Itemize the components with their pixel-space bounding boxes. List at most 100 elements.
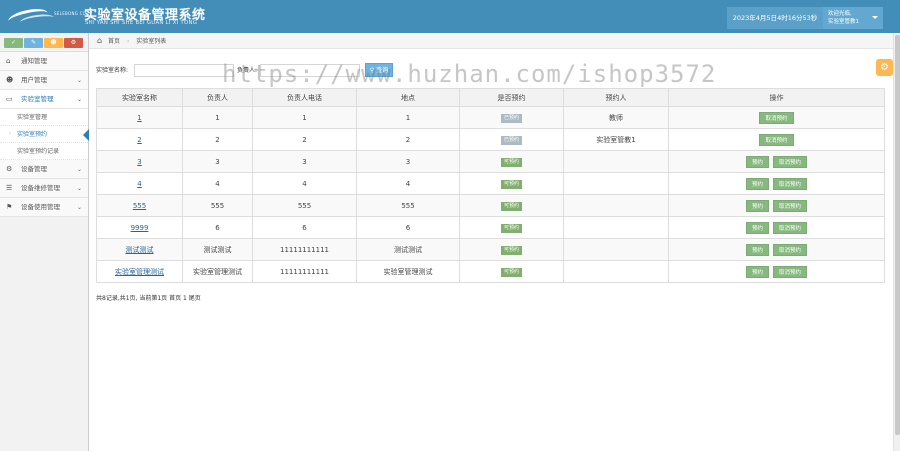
- settings-gear-button[interactable]: ⚙: [876, 59, 893, 76]
- actions-cell: 预约 取消预约: [668, 238, 885, 261]
- sidebar-item-label: 设备管理: [21, 165, 47, 173]
- sidebar-item-notice[interactable]: ⌂ 通知管理: [0, 52, 88, 71]
- phone-cell: 11111111111: [252, 238, 357, 261]
- shortcut-bar: ✓ ✎ ☻ ⚙: [0, 33, 88, 52]
- person-cell: 6: [182, 216, 253, 239]
- cancel-reserve-button[interactable]: 取消预约: [759, 111, 794, 124]
- sidebar-item-label: 设备使用管理: [21, 203, 60, 211]
- cancel-reserve-button[interactable]: 取消预约: [773, 221, 808, 234]
- username: 实验室管教1: [828, 19, 859, 25]
- cancel-reserve-button[interactable]: 取消预约: [773, 177, 808, 190]
- chevron-down-icon: ⌄: [76, 166, 82, 173]
- sidebar-subitem-lab-reserve[interactable]: › 实验室预约: [0, 126, 89, 143]
- sidebar-item-label: 实验室管理: [21, 95, 54, 103]
- lab-name-cell: 9999: [96, 216, 183, 239]
- search-button[interactable]: ⚲ 查询: [365, 63, 393, 77]
- status-cell: 可预约: [459, 238, 564, 261]
- home-icon: ⌂: [97, 36, 103, 45]
- sidebar-subitem-lab-manage[interactable]: 实验室管理: [0, 109, 88, 126]
- reserve-button[interactable]: 预约: [745, 155, 769, 168]
- reserve-button[interactable]: 预约: [745, 221, 769, 234]
- lab-name-cell: 3: [96, 150, 183, 173]
- shortcut-group-button[interactable]: ☻: [44, 38, 63, 48]
- shortcut-signal-button[interactable]: ✓: [4, 38, 23, 48]
- page-scrollbar[interactable]: [893, 33, 900, 451]
- lab-name-link[interactable]: 1: [137, 114, 141, 122]
- table-row: 555 555 555 555 可预约 预约 取消预约: [96, 194, 885, 217]
- lab-name-link[interactable]: 测试测试: [126, 246, 154, 254]
- lab-name-link[interactable]: 2: [137, 136, 141, 144]
- breadcrumb-separator: ›: [126, 38, 130, 45]
- lab-name-input[interactable]: [134, 64, 234, 77]
- system-subtitle: SHI YAN SHI SHE BEI GUAN LI XI TONG: [85, 20, 198, 26]
- actions-cell: 预约 取消预约: [668, 194, 885, 217]
- status-badge: 可预约: [500, 245, 522, 255]
- status-badge: 已预约: [500, 135, 522, 145]
- column-header: 是否预约: [459, 88, 564, 107]
- lab-name-link[interactable]: 555: [133, 202, 146, 210]
- reserve-button[interactable]: 预约: [745, 243, 769, 256]
- status-cell: 可预约: [459, 150, 564, 173]
- lab-name-link[interactable]: 3: [137, 158, 141, 166]
- breadcrumb-current: 实验室列表: [136, 38, 167, 45]
- reserve-button[interactable]: 预约: [745, 265, 769, 278]
- status-badge: 已预约: [500, 113, 522, 123]
- person-cell: 2: [182, 128, 253, 151]
- location-cell: 4: [356, 172, 460, 195]
- sidebar-item-repair[interactable]: ☰ 设备维修管理 ⌄: [0, 179, 88, 198]
- location-cell: 实验室管理测试: [356, 260, 460, 283]
- sidebar: ✓ ✎ ☻ ⚙ ⌂ 通知管理 ☻ 用户管理 ⌄ ▭ 实验室管理 ⌄ 实验室管理 › 实…: [0, 33, 89, 451]
- chevron-down-icon: ⌄: [76, 77, 82, 84]
- lab-name-link[interactable]: 实验室管理测试: [115, 268, 164, 276]
- sidebar-item-label: 设备维修管理: [21, 184, 60, 192]
- cancel-reserve-button[interactable]: 取消预约: [773, 265, 808, 278]
- status-badge: 可预约: [500, 223, 522, 233]
- search-icon: ⚲: [369, 67, 375, 74]
- sidebar-item-equipment[interactable]: ⚙ 设备管理 ⌄: [0, 160, 88, 179]
- shortcut-pencil-button[interactable]: ✎: [24, 38, 43, 48]
- scrollbar-thumb[interactable]: [895, 35, 900, 435]
- lab-name-link[interactable]: 4: [137, 180, 141, 188]
- caret-down-icon: [872, 16, 878, 19]
- phone-cell: 2: [252, 128, 357, 151]
- cancel-reserve-button[interactable]: 取消预约: [773, 243, 808, 256]
- breadcrumb-home-link[interactable]: 首页: [108, 38, 120, 45]
- search-button-label: 查询: [376, 67, 389, 74]
- pagination-info: 共8记录,共1页, 当前第1页 首页 1 尾页: [96, 295, 201, 302]
- phone-cell: 11111111111: [252, 260, 357, 283]
- lab-name-link[interactable]: 9999: [131, 224, 149, 232]
- reserve-button[interactable]: 预约: [745, 199, 769, 212]
- table-row: 4 4 4 4 可预约 预约 取消预约: [96, 172, 885, 195]
- status-badge: 可预约: [500, 267, 522, 277]
- person-input[interactable]: [260, 64, 360, 77]
- table-row: 测试测试 测试测试 11111111111 测试测试 可预约 预约 取消预约: [96, 238, 885, 261]
- main-content: 实验室名称: 负责人: ⚲ 查询 实验室名称 负责人 负责人电话 地点 是否预约…: [89, 49, 900, 451]
- sidebar-item-usage[interactable]: ⚑ 设备使用管理 ⌄: [0, 198, 88, 217]
- location-cell: 1: [356, 106, 460, 129]
- reserve-button[interactable]: 预约: [745, 177, 769, 190]
- column-header: 预约人: [563, 88, 669, 107]
- reserver-cell: 教师: [563, 106, 669, 129]
- status-cell: 已预约: [459, 128, 564, 151]
- table-row: 2 2 2 2 已预约 实验室管教1 取消预约: [96, 128, 885, 151]
- sidebar-subitem-label: 实验室管理: [17, 114, 48, 121]
- status-cell: 可预约: [459, 260, 564, 283]
- person-cell: 555: [182, 194, 253, 217]
- status-badge: 可预约: [500, 179, 522, 189]
- person-cell: 3: [182, 150, 253, 173]
- shortcut-cogs-button[interactable]: ⚙: [64, 38, 83, 48]
- cancel-reserve-button[interactable]: 取消预约: [773, 199, 808, 212]
- cogs-icon: ⚙: [6, 165, 13, 173]
- user-menu-toggle[interactable]: 欢迎光临, 实验室管教1: [823, 7, 883, 29]
- sidebar-item-lab[interactable]: ▭ 实验室管理 ⌄: [0, 90, 88, 109]
- person-cell: 4: [182, 172, 253, 195]
- sidebar-subitem-lab-reserve-records[interactable]: 实验室预约记录: [0, 143, 88, 160]
- cancel-reserve-button[interactable]: 取消预约: [759, 133, 794, 146]
- cancel-reserve-button[interactable]: 取消预约: [773, 155, 808, 168]
- actions-cell: 取消预约: [668, 106, 885, 129]
- table-header-row: 实验室名称 负责人 负责人电话 地点 是否预约 预约人 操作: [96, 88, 885, 107]
- table-row: 1 1 1 1 已预约 教师 取消预约: [96, 106, 885, 129]
- sidebar-item-users[interactable]: ☻ 用户管理 ⌄: [0, 71, 88, 90]
- actions-cell: 预约 取消预约: [668, 150, 885, 173]
- status-badge: 可预约: [500, 157, 522, 167]
